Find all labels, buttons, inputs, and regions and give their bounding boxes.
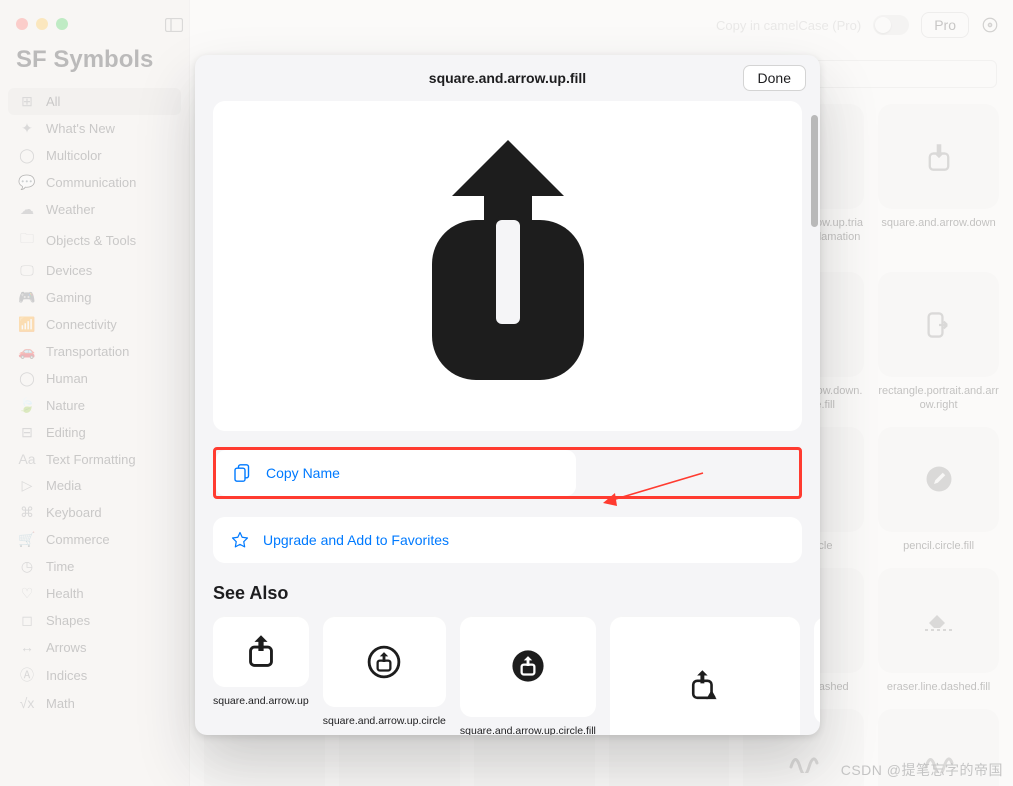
related-symbol[interactable]: square.and.arrow.up.on.square [814,616,820,735]
related-caption: square.and.arrow.up.circle.fill [460,725,596,735]
related-symbol[interactable]: square.and.arrow.up.circle.fill [460,616,596,735]
annotation-highlight: Copy Name [213,447,802,499]
related-symbol[interactable]: square.and.arrow.up.circle [323,616,446,735]
sheet-header: square.and.arrow.up.fill Done [195,55,820,101]
related-tile [610,616,800,735]
see-also-heading: See Also [213,583,802,604]
share-fill-icon [408,136,608,396]
star-icon [231,531,249,549]
related-symbol[interactable]: square.and.arrow.up [213,616,309,735]
related-tile [814,616,820,724]
copy-name-button[interactable]: Copy Name [216,450,576,496]
copy-name-label: Copy Name [266,465,340,481]
related-caption: square.and.arrow.up.circle [323,715,446,728]
related-symbol[interactable]: square.and.arrow.up.trianglebadge.excla [610,616,800,735]
see-also-section: See Also square.and.arrow.up square.and.a… [213,583,802,735]
related-tile [213,616,309,687]
scrollbar-thumb[interactable] [811,115,818,227]
symbol-detail-sheet: square.and.arrow.up.fill Done Copy Name [195,55,820,735]
upgrade-favorites-button[interactable]: Upgrade and Add to Favorites [213,517,802,563]
copy-icon [234,464,252,482]
related-tile [323,616,446,707]
related-caption: square.and.arrow.up [213,695,309,708]
upgrade-label: Upgrade and Add to Favorites [263,532,449,548]
done-button[interactable]: Done [743,65,806,91]
symbol-preview [213,101,802,431]
related-tile [460,616,596,717]
sheet-title: square.and.arrow.up.fill [429,70,586,86]
